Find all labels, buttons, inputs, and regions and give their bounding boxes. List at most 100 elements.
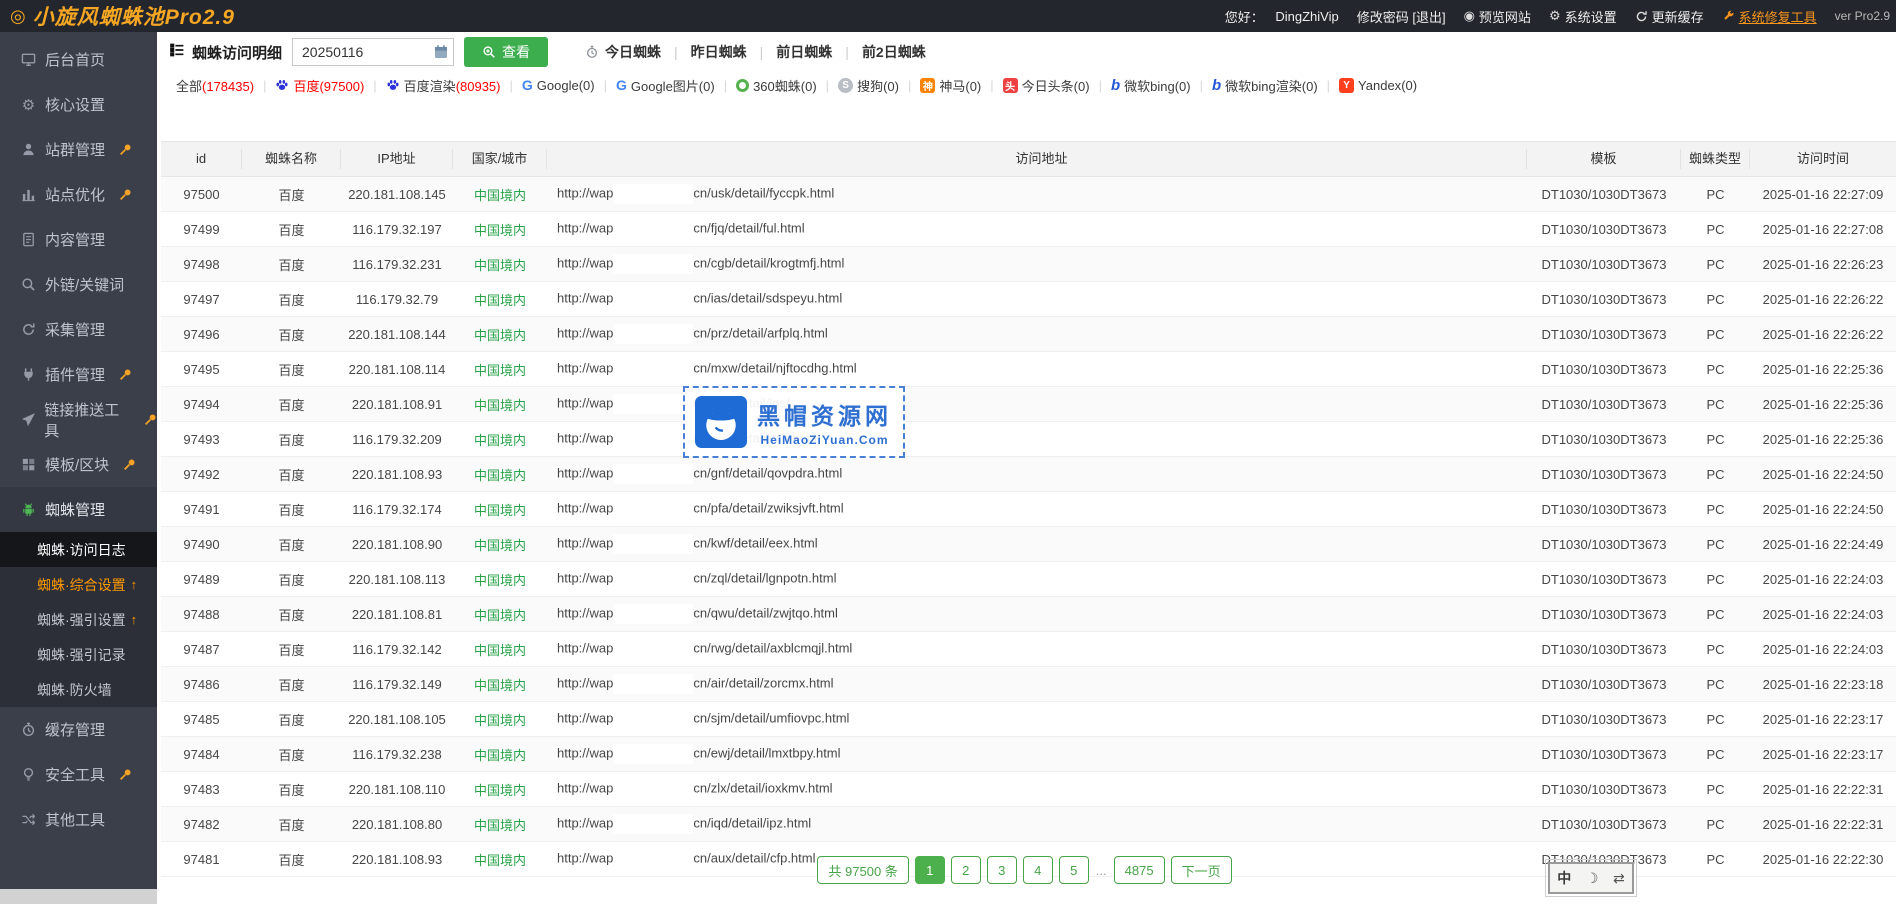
search-icon <box>20 277 37 292</box>
bing-icon: b <box>1212 77 1221 94</box>
filter-百度渲染[interactable]: 百度渲染(80935) <box>386 76 501 95</box>
quick-link-前2日蜘蛛[interactable]: 前2日蜘蛛 <box>849 42 939 62</box>
quick-link-昨日蜘蛛[interactable]: 昨日蜘蛛 <box>678 42 760 62</box>
table-row: 97487百度116.179.32.142中国境内http://wapcn/rw… <box>161 632 1896 667</box>
page-button-4[interactable]: 4 <box>1023 856 1053 884</box>
sidebar-item-后台首页[interactable]: 后台首页 <box>0 37 157 82</box>
cell-region: 中国境内 <box>453 430 547 449</box>
monitor-icon <box>20 52 37 67</box>
ime-toggle-icon[interactable]: ⇄ <box>1613 870 1625 887</box>
sidebar-item-采集管理[interactable]: 采集管理 <box>0 307 157 352</box>
sidebar-item-插件管理[interactable]: 插件管理 <box>0 352 157 397</box>
watermark-title: 黑帽资源网 <box>757 397 892 431</box>
sidebar-item-内容管理[interactable]: 内容管理 <box>0 217 157 262</box>
cell-id: 97487 <box>161 642 242 657</box>
sidebar-item-label: 链接推送工具 <box>44 399 130 441</box>
table-row: 97493百度116.179.32.209中国境内http://wapcn/fw… <box>161 422 1896 457</box>
cell-url: http://wapcn/mxw/detail/njftocdhg.html <box>547 359 1527 379</box>
cell-template: DT1030/1030DT3673 <box>1527 222 1681 237</box>
preview-site-link[interactable]: ◉ 预览网站 <box>1464 7 1531 26</box>
cell-spider-name: 百度 <box>242 640 341 659</box>
ime-toolbar[interactable]: 中 ☽ ⇄ <box>1548 862 1634 894</box>
sidebar-subitem-蜘蛛·访问日志[interactable]: 蜘蛛·访问日志 <box>0 532 157 567</box>
username: DingZhiVip <box>1275 9 1338 24</box>
date-input[interactable] <box>292 38 454 66</box>
filter-Yandex[interactable]: YYandex(0) <box>1339 78 1417 93</box>
ime-moon-icon[interactable]: ☽ <box>1586 870 1599 887</box>
filter-全部[interactable]: 全部(178435) <box>176 76 254 95</box>
cell-spider-type: PC <box>1681 397 1750 412</box>
shuffle-icon <box>20 812 37 827</box>
table-row: 97488百度220.181.108.81中国境内http://wapcn/qw… <box>161 597 1896 632</box>
cell-spider-type: PC <box>1681 362 1750 377</box>
filter-360蜘蛛[interactable]: 360蜘蛛(0) <box>736 76 817 95</box>
cell-time: 2025-01-16 22:26:22 <box>1750 327 1896 342</box>
cell-spider-name: 百度 <box>242 430 341 449</box>
wrench-icon <box>1722 10 1735 23</box>
cell-ip: 116.179.32.174 <box>341 502 453 517</box>
filter-今日头条[interactable]: 头今日头条(0) <box>1003 76 1090 95</box>
page-button-5[interactable]: 5 <box>1059 856 1089 884</box>
next-page-button[interactable]: 下一页 <box>1171 856 1232 884</box>
sidebar-item-蜘蛛管理[interactable]: 蜘蛛管理 <box>0 487 157 532</box>
sidebar-item-核心设置[interactable]: ⚙核心设置 <box>0 82 157 127</box>
filter-搜狗[interactable]: S搜狗(0) <box>838 76 899 95</box>
360-icon <box>736 79 749 92</box>
page-button-last[interactable]: 4875 <box>1114 856 1165 884</box>
cell-id: 97495 <box>161 362 242 377</box>
repair-tool-link[interactable]: 系统修复工具 <box>1722 7 1817 26</box>
sidebar-item-label: 安全工具 <box>45 764 105 785</box>
refresh-cache-link[interactable]: 更新缓存 <box>1635 7 1704 26</box>
calendar-icon[interactable] <box>433 44 449 65</box>
table-row: 97486百度116.179.32.149中国境内http://wapcn/ai… <box>161 667 1896 702</box>
filter-百度[interactable]: 百度(97500) <box>275 76 364 95</box>
sidebar-subitem-蜘蛛·防火墙[interactable]: 蜘蛛·防火墙 <box>0 672 157 707</box>
sidebar-item-模板/区块[interactable]: 模板/区块 <box>0 442 157 487</box>
cell-time: 2025-01-16 22:24:03 <box>1750 607 1896 622</box>
quick-link-今日蜘蛛[interactable]: 今日蜘蛛 <box>572 42 674 62</box>
sidebar-subitem-蜘蛛·强引记录[interactable]: 蜘蛛·强引记录 <box>0 637 157 672</box>
page-button-3[interactable]: 3 <box>987 856 1017 884</box>
view-button[interactable]: 查看 <box>464 37 548 67</box>
sidebar-item-安全工具[interactable]: 安全工具 <box>0 752 157 797</box>
subitem-label: 蜘蛛·访问日志 <box>37 540 126 560</box>
cell-time: 2025-01-16 22:24:03 <box>1750 642 1896 657</box>
sidebar-item-缓存管理[interactable]: 缓存管理 <box>0 707 157 752</box>
page-button-1[interactable]: 1 <box>915 856 945 884</box>
cell-template: DT1030/1030DT3673 <box>1527 677 1681 692</box>
page-button-2[interactable]: 2 <box>951 856 981 884</box>
filter-Google图片[interactable]: GGoogle图片(0) <box>616 76 715 95</box>
sidebar-item-外链/关键词[interactable]: 外链/关键词 <box>0 262 157 307</box>
cell-id: 97500 <box>161 187 242 202</box>
cell-spider-type: PC <box>1681 502 1750 517</box>
change-password-link[interactable]: 修改密码 [退出] <box>1357 7 1446 26</box>
cell-ip: 220.181.108.113 <box>341 572 453 587</box>
filter-微软bing渲染[interactable]: b微软bing渲染(0) <box>1212 76 1318 95</box>
cell-template: DT1030/1030DT3673 <box>1527 362 1681 377</box>
sidebar-subitem-蜘蛛·强引设置[interactable]: 蜘蛛·强引设置↑ <box>0 602 157 637</box>
sidebar-item-链接推送工具[interactable]: 链接推送工具 <box>0 397 157 442</box>
sidebar-item-label: 采集管理 <box>45 319 105 340</box>
quick-link-label: 昨日蜘蛛 <box>691 42 747 62</box>
subitem-label: 蜘蛛·强引设置 <box>37 610 126 630</box>
sidebar-item-其他工具[interactable]: 其他工具 <box>0 797 157 842</box>
filter-神马[interactable]: 神神马(0) <box>920 76 981 95</box>
cell-spider-name: 百度 <box>242 220 341 239</box>
sidebar-item-站点优化[interactable]: 站点优化 <box>0 172 157 217</box>
quick-link-前日蜘蛛[interactable]: 前日蜘蛛 <box>763 42 845 62</box>
baidu-paw-icon <box>386 78 400 92</box>
cell-id: 97485 <box>161 712 242 727</box>
filter-微软bing[interactable]: b微软bing(0) <box>1111 76 1191 95</box>
column-header-蜘蛛类型: 蜘蛛类型 <box>1681 149 1750 169</box>
sidebar-subitem-蜘蛛·综合设置[interactable]: 蜘蛛·综合设置↑ <box>0 567 157 602</box>
separator: | <box>263 78 266 93</box>
cell-time: 2025-01-16 22:25:36 <box>1750 362 1896 377</box>
subitem-label: 蜘蛛·综合设置 <box>37 575 126 595</box>
ime-lang-indicator[interactable]: 中 <box>1557 868 1571 888</box>
column-header-模板: 模板 <box>1527 149 1681 169</box>
filter-Google[interactable]: GGoogle(0) <box>522 77 595 93</box>
subitem-label: 蜘蛛·强引记录 <box>37 645 126 665</box>
sidebar-item-站群管理[interactable]: 站群管理 <box>0 127 157 172</box>
table-row: 97500百度220.181.108.145中国境内http://wapcn/u… <box>161 177 1896 212</box>
system-settings-link[interactable]: ⚙ 系统设置 <box>1549 7 1617 26</box>
